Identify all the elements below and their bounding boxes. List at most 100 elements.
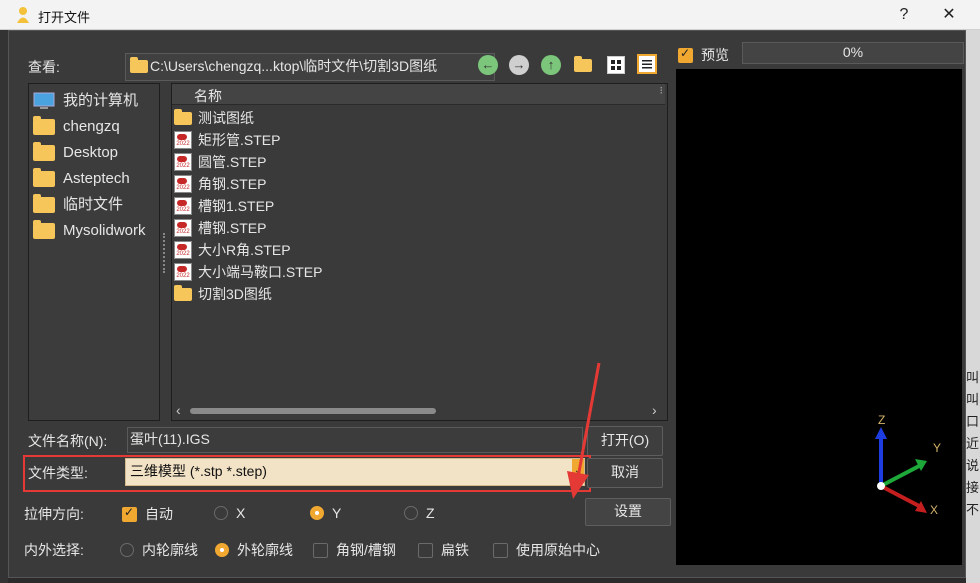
folder-icon	[174, 284, 192, 301]
sidebar-item-mysolidwork[interactable]: Mysolidwork	[33, 218, 146, 242]
backdrop-glyph: 说	[966, 458, 980, 473]
list-view-icon[interactable]	[637, 54, 657, 74]
radio-y[interactable]: Y	[310, 504, 341, 521]
file-name: 矩形管.STEP	[198, 132, 281, 149]
sidebar-item-temp[interactable]: 临时文件	[33, 192, 123, 216]
column-header-name: 名称	[194, 88, 222, 104]
grid-view-icon[interactable]	[607, 56, 625, 74]
background-app-strip-right: 叫 叫 口 近 说 接 不	[966, 30, 980, 583]
folder-icon	[33, 194, 55, 214]
annotation-arrow-icon	[567, 362, 601, 499]
backdrop-glyph: 接	[966, 480, 980, 495]
column-resize-icon: ⁝	[659, 85, 664, 97]
filetype-label: 文件类型:	[28, 465, 88, 481]
use-origin-center-label: 使用原始中心	[516, 542, 600, 558]
folder-icon	[33, 168, 55, 188]
lookin-combo[interactable]: C:\Users\chengzq...ktop\临时文件\切割3D图纸 ⌄	[125, 53, 495, 81]
backdrop-glyph: 叫	[966, 392, 980, 407]
up-arrow-icon[interactable]: ↑	[541, 55, 561, 75]
radio-inner[interactable]: 内轮廓线	[120, 540, 198, 560]
sidebar-item-label: Desktop	[63, 144, 119, 162]
radio-x-label: X	[236, 505, 246, 522]
folder-icon	[33, 116, 55, 136]
list-item[interactable]: 大小R角.STEP	[174, 238, 291, 260]
radio-outer-label: 外轮廓线	[237, 542, 293, 558]
folder-icon	[33, 220, 55, 240]
filename-label: 文件名称(N):	[28, 433, 108, 449]
axis-z-label: Z	[878, 413, 886, 427]
checkbox-icon	[313, 542, 328, 558]
sidebar-item-chengzq[interactable]: chengzq	[33, 114, 120, 138]
folder-icon	[174, 108, 192, 125]
flat-iron-checkbox[interactable]: 扁铁	[418, 540, 469, 560]
list-item[interactable]: 槽钢1.STEP	[174, 194, 274, 216]
use-origin-center-checkbox[interactable]: 使用原始中心	[493, 540, 600, 560]
preview-canvas[interactable]: Z Y X	[676, 69, 962, 565]
angle-channel-label: 角钢/槽钢	[336, 542, 396, 558]
sidebar-item-label: Mysolidwork	[63, 222, 146, 240]
file-name: 切割3D图纸	[198, 286, 272, 303]
checkbox-checked-icon	[122, 505, 137, 522]
horizontal-scrollbar-thumb[interactable]	[190, 408, 436, 414]
list-item[interactable]: 槽钢.STEP	[174, 216, 266, 238]
list-item[interactable]: 角钢.STEP	[174, 172, 266, 194]
preview-label: 预览	[701, 47, 729, 63]
checkbox-checked-icon	[678, 46, 693, 63]
auto-label: 自动	[145, 506, 173, 522]
sidebar-item-asteptech[interactable]: Asteptech	[33, 166, 130, 190]
list-item[interactable]: 大小端马鞍口.STEP	[174, 260, 322, 282]
list-item[interactable]: 切割3D图纸	[174, 282, 272, 304]
splitter-handle[interactable]	[163, 233, 168, 273]
sidebar-item-label: 我的计算机	[63, 92, 139, 110]
radio-selected-icon	[310, 506, 324, 521]
forward-arrow-icon[interactable]: →	[509, 55, 529, 75]
solidworks-file-icon	[174, 241, 192, 260]
preview-checkbox[interactable]: 预览	[678, 45, 729, 65]
file-name: 大小端马鞍口.STEP	[198, 264, 323, 281]
scroll-right-icon[interactable]: ›	[652, 402, 657, 418]
radio-icon	[120, 543, 134, 557]
inout-label: 内外选择:	[24, 542, 84, 558]
checkbox-icon	[418, 542, 433, 558]
sidebar-item-desktop[interactable]: Desktop	[33, 140, 118, 164]
solidworks-file-icon	[174, 175, 192, 194]
file-name: 测试图纸	[198, 110, 254, 127]
radio-outer[interactable]: 外轮廓线	[215, 540, 293, 560]
back-arrow-icon[interactable]: ←	[478, 55, 498, 75]
filetype-combo[interactable]: 三维模型 (*.stp *.step) ⌄	[125, 458, 585, 486]
close-button[interactable]: ✕	[926, 0, 972, 30]
auto-checkbox[interactable]: 自动	[122, 504, 173, 524]
sidebar-item-computer[interactable]: 我的计算机	[33, 88, 138, 112]
checkbox-icon	[493, 542, 508, 558]
progress-text: 0%	[842, 44, 864, 60]
solidworks-file-icon	[174, 197, 192, 216]
list-item[interactable]: 圆管.STEP	[174, 150, 266, 172]
list-item[interactable]: 矩形管.STEP	[174, 128, 280, 150]
sidebar: 我的计算机 chengzq Desktop Asteptech 临时文件 Mys…	[28, 83, 160, 421]
solidworks-file-icon	[174, 263, 192, 282]
filename-input[interactable]: 蛋叶(11).IGS	[127, 427, 583, 453]
radio-x[interactable]: X	[214, 504, 245, 521]
help-button[interactable]: ?	[881, 0, 927, 30]
lookin-path: C:\Users\chengzq...ktop\临时文件\切割3D图纸	[150, 58, 438, 74]
scroll-left-icon[interactable]: ‹	[176, 402, 181, 418]
radio-z-label: Z	[426, 505, 435, 522]
file-name: 角钢.STEP	[198, 176, 267, 193]
file-name: 圆管.STEP	[198, 154, 267, 171]
column-header[interactable]: 名称 ⁝	[172, 84, 665, 105]
solidworks-file-icon	[174, 131, 192, 150]
sidebar-item-label: Asteptech	[63, 170, 130, 188]
folder-icon	[33, 142, 55, 162]
backdrop-glyph: 叫	[966, 370, 980, 385]
list-item[interactable]: 测试图纸	[174, 106, 254, 128]
open-file-dialog: 查看: C:\Users\chengzq...ktop\临时文件\切割3D图纸 …	[8, 30, 966, 578]
new-folder-icon[interactable]	[574, 56, 592, 72]
file-name: 大小R角.STEP	[198, 242, 291, 259]
sidebar-item-label: 临时文件	[63, 196, 124, 214]
background-app-strip-left	[0, 30, 8, 583]
radio-z[interactable]: Z	[404, 504, 435, 521]
settings-button[interactable]: 设置	[585, 498, 671, 526]
backdrop-glyph: 口	[966, 414, 980, 429]
progress-bar: 0%	[742, 42, 964, 64]
angle-channel-checkbox[interactable]: 角钢/槽钢	[313, 540, 396, 560]
